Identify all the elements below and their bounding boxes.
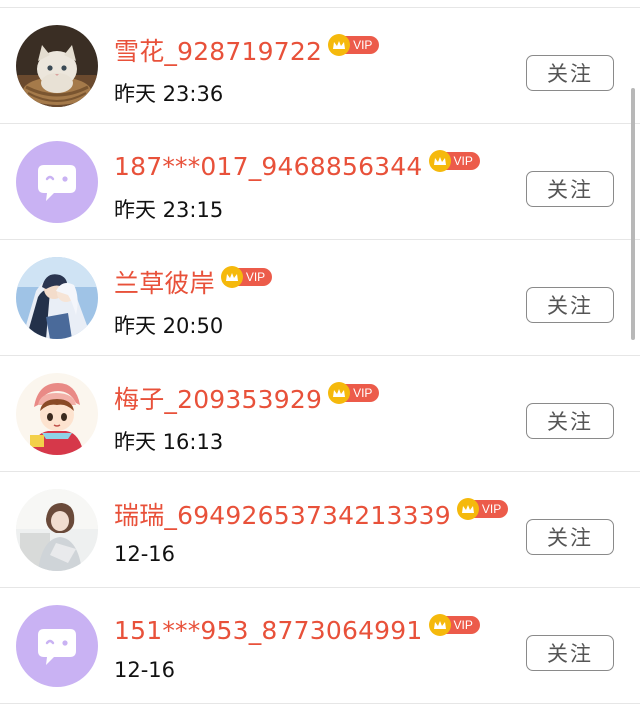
user-name[interactable]: 187***017_9468856344 [114, 152, 423, 181]
list-item[interactable]: 雪花_928719722 VIP 昨天 23:36 关注 [0, 8, 640, 124]
avatar[interactable] [16, 257, 98, 339]
timestamp: 昨天 23:36 [114, 82, 224, 106]
user-name[interactable]: 瑞瑞_69492653734213339 [114, 496, 451, 532]
list-item[interactable]: 梅子_209353929 VIP 昨天 16:13 关注 [0, 356, 640, 472]
list-item[interactable]: 151***953_8773064991 VIP 12-16 关注 [0, 588, 640, 704]
crown-icon [456, 498, 479, 520]
avatar[interactable] [16, 141, 98, 223]
name-line: 187***017_9468856344 VIP [114, 146, 480, 186]
vip-badge: VIP [428, 150, 480, 172]
timestamp: 12-16 [114, 658, 176, 682]
crown-icon [428, 150, 451, 172]
list-item[interactable]: 187***017_9468856344 VIP 昨天 23:15 关注 [0, 124, 640, 240]
timestamp: 昨天 20:50 [114, 314, 224, 338]
vip-badge: VIP [328, 382, 380, 404]
vip-badge: VIP [220, 266, 273, 288]
avatar[interactable] [16, 25, 98, 107]
avatar[interactable] [16, 605, 98, 687]
user-name[interactable]: 雪花_928719722 [114, 32, 322, 68]
vip-badge: VIP [456, 498, 509, 520]
name-line: 雪花_928719722 VIP [114, 30, 380, 70]
timestamp: 12-16 [114, 542, 176, 566]
follow-button[interactable]: 关注 [526, 635, 614, 671]
follower-list-screen: 雪花_928719722 VIP 昨天 23:36 关注 187***017_9… [0, 0, 640, 720]
vip-badge: VIP [328, 34, 380, 56]
crown-icon [428, 614, 451, 636]
user-name[interactable]: 梅子_209353929 [114, 380, 322, 416]
user-list: 雪花_928719722 VIP 昨天 23:36 关注 187***017_9… [0, 8, 640, 704]
avatar[interactable] [16, 489, 98, 571]
crown-icon [220, 266, 243, 288]
scrollbar[interactable] [631, 88, 635, 340]
name-line: 151***953_8773064991 VIP [114, 610, 480, 650]
user-name[interactable]: 兰草彼岸 [114, 264, 215, 300]
follow-button[interactable]: 关注 [526, 55, 614, 91]
follow-button[interactable]: 关注 [526, 171, 614, 207]
timestamp: 昨天 16:13 [114, 430, 224, 454]
name-line: 瑞瑞_69492653734213339 VIP [114, 494, 509, 534]
vip-badge: VIP [428, 614, 480, 636]
follow-button[interactable]: 关注 [526, 287, 614, 323]
avatar[interactable] [16, 373, 98, 455]
crown-icon [328, 34, 351, 56]
crown-icon [328, 382, 351, 404]
follow-button[interactable]: 关注 [526, 519, 614, 555]
list-item[interactable]: 瑞瑞_69492653734213339 VIP 12-16 关注 [0, 472, 640, 588]
timestamp: 昨天 23:15 [114, 198, 224, 222]
follow-button[interactable]: 关注 [526, 403, 614, 439]
name-line: 兰草彼岸 VIP [114, 262, 273, 302]
user-name[interactable]: 151***953_8773064991 [114, 616, 423, 645]
list-item[interactable]: 兰草彼岸 VIP 昨天 20:50 关注 [0, 240, 640, 356]
name-line: 梅子_209353929 VIP [114, 378, 380, 418]
